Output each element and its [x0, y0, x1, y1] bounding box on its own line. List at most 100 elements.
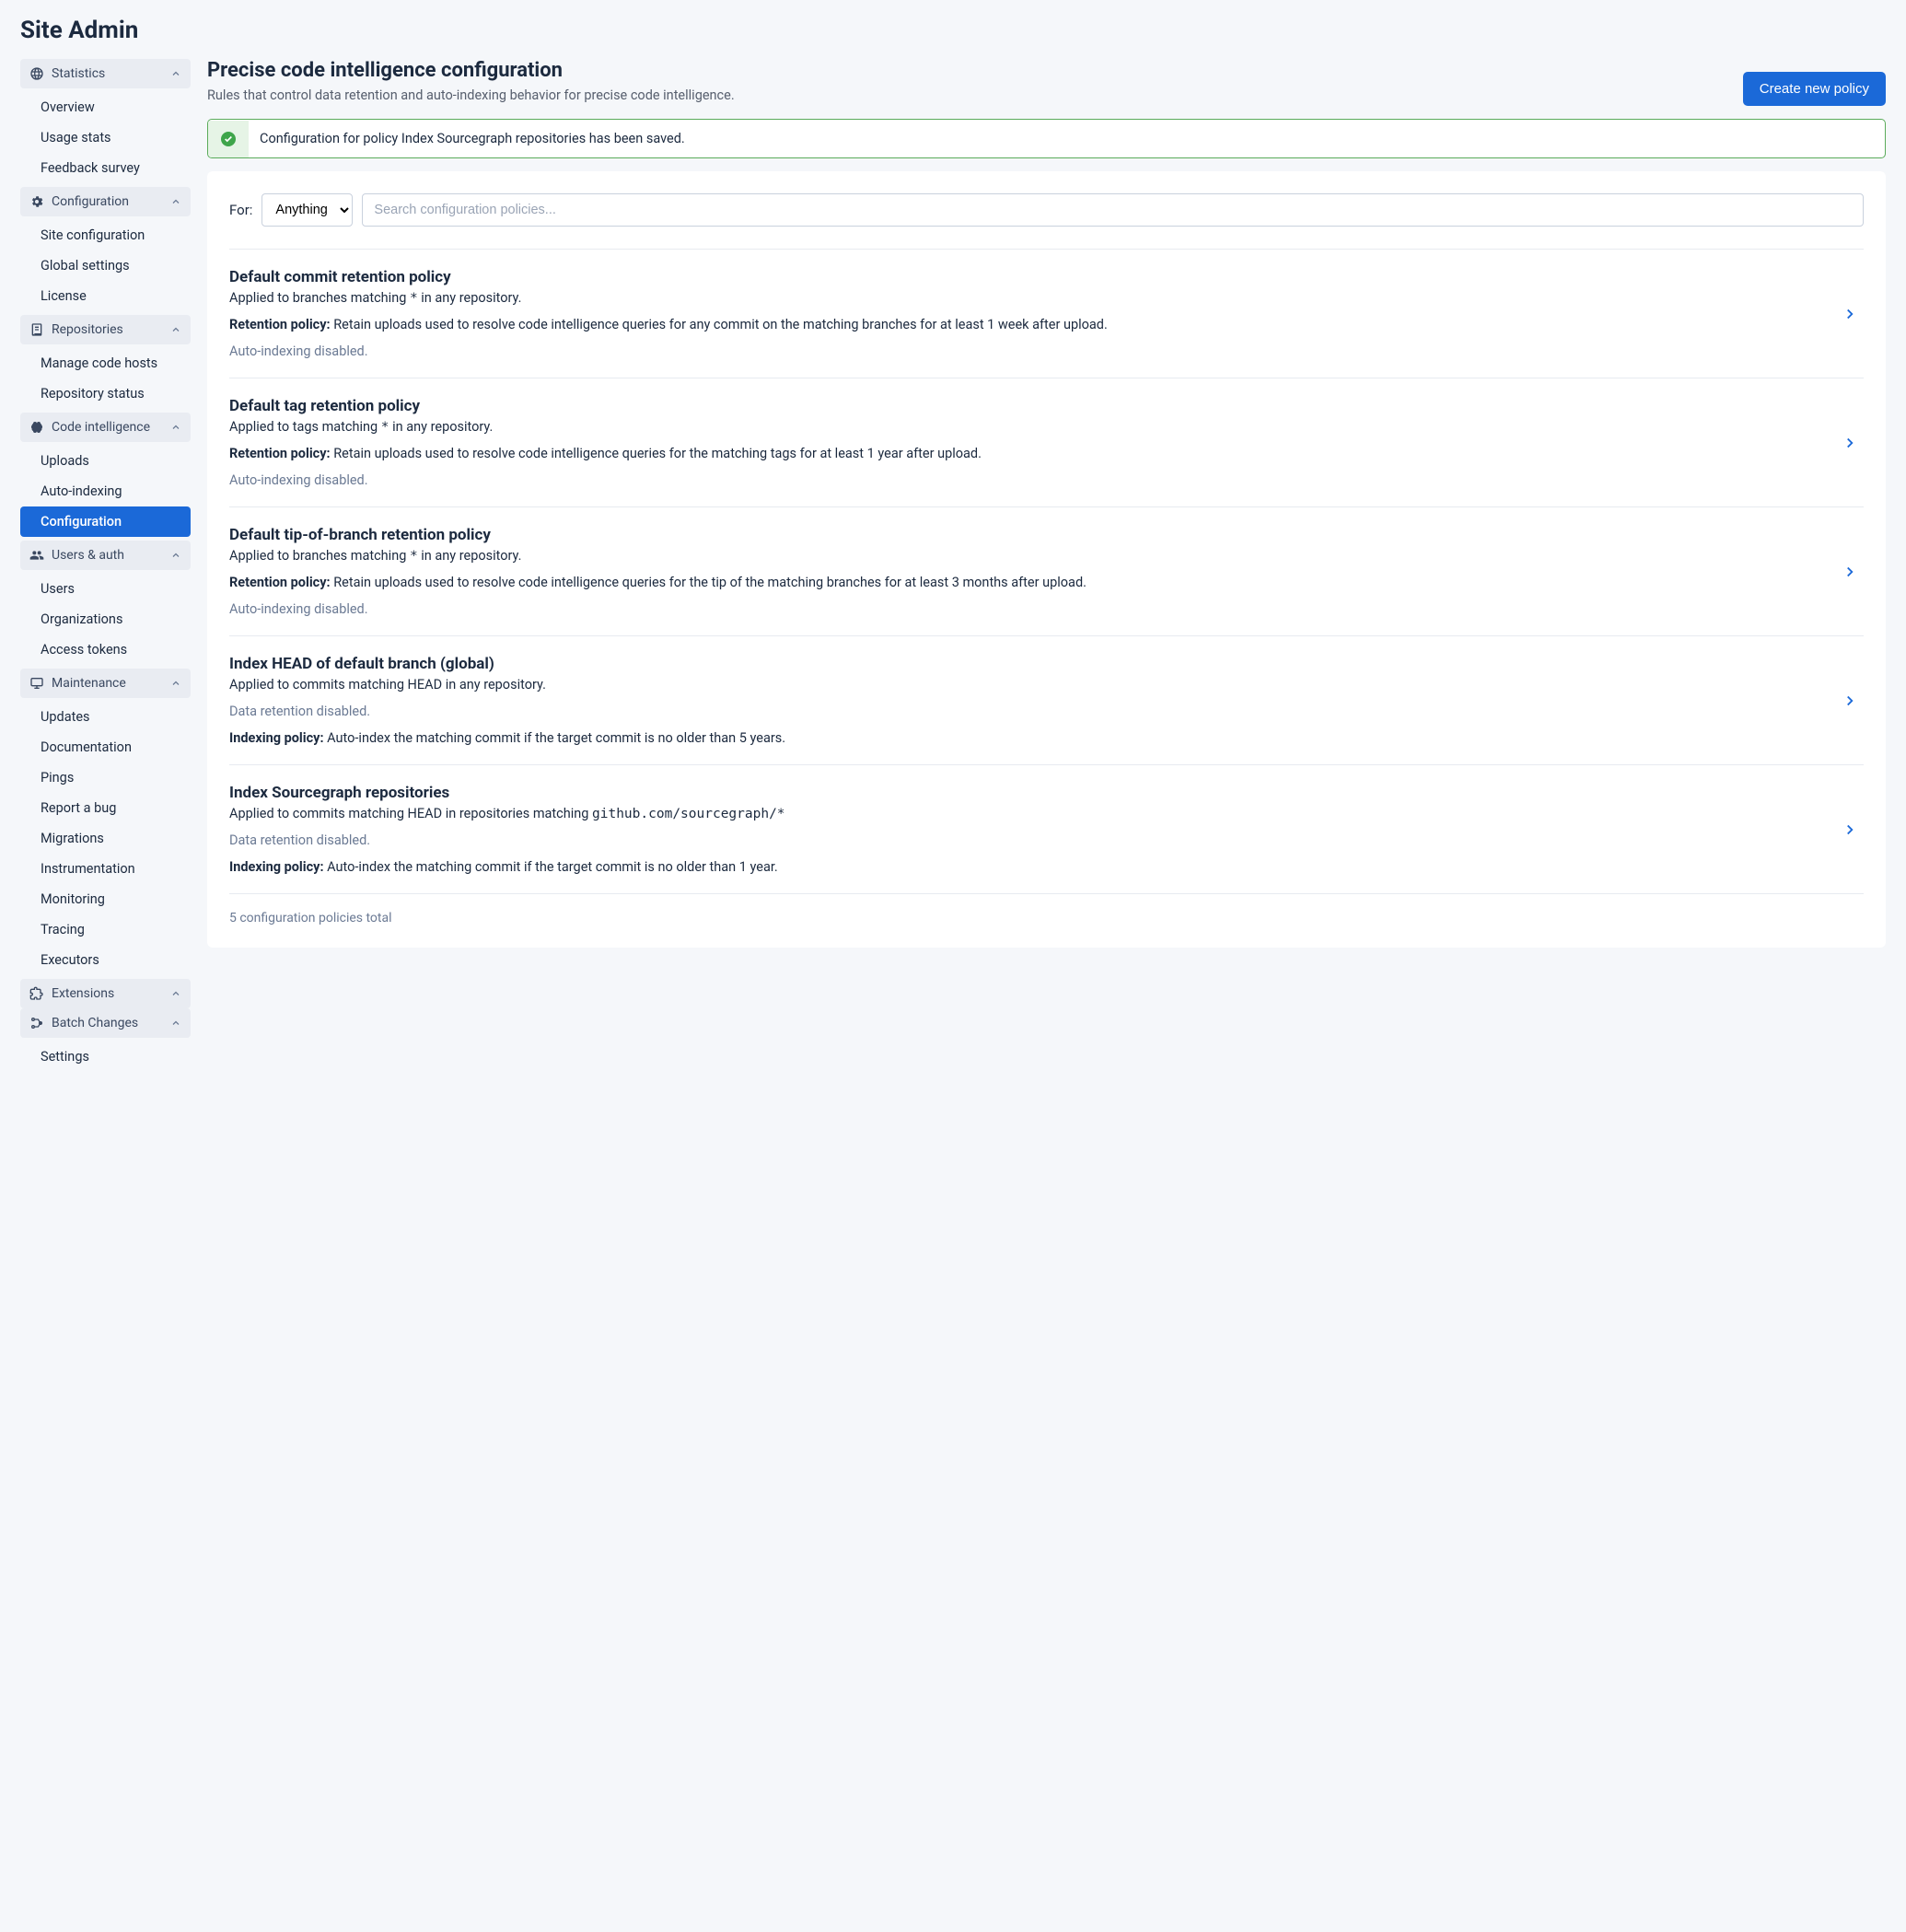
policy-auto-index-disabled: Auto-indexing disabled. [229, 472, 1821, 488]
nav-item-manage-code-hosts[interactable]: Manage code hosts [20, 348, 191, 378]
nav-section-configuration[interactable]: Configuration [20, 187, 191, 216]
nav-section-label: Repositories [52, 322, 123, 337]
nav-item-site-configuration[interactable]: Site configuration [20, 220, 191, 250]
content-subtitle: Rules that control data retention and au… [207, 87, 735, 103]
nav-section-label: Maintenance [52, 676, 126, 691]
filter-label: For: [229, 202, 252, 218]
chevron-up-icon [170, 68, 181, 79]
nav-section-code-intelligence[interactable]: Code intelligence [20, 413, 191, 442]
globe-icon [29, 66, 44, 81]
nav-section-statistics[interactable]: Statistics [20, 59, 191, 88]
nav-item-organizations[interactable]: Organizations [20, 604, 191, 634]
nav-item-tracing[interactable]: Tracing [20, 914, 191, 945]
policies-panel: For: Anything Default commit retention p… [207, 171, 1886, 948]
nav-item-configuration[interactable]: Configuration [20, 506, 191, 537]
policy-open-button[interactable] [1836, 687, 1864, 715]
nav-section-label: Statistics [52, 66, 105, 81]
policy-applied: Applied to branches matching * in any re… [229, 290, 1821, 306]
policy-row: Index Sourcegraph repositories Applied to… [229, 764, 1864, 893]
nav-section-label: Code intelligence [52, 420, 150, 435]
policy-retention: Retention policy: Retain uploads used to… [229, 575, 1821, 590]
policy-title: Default commit retention policy [229, 268, 1821, 286]
nav-item-uploads[interactable]: Uploads [20, 446, 191, 476]
chevron-up-icon [170, 988, 181, 999]
nav-item-documentation[interactable]: Documentation [20, 732, 191, 762]
nav-item-access-tokens[interactable]: Access tokens [20, 634, 191, 665]
users-icon [29, 548, 44, 563]
sidebar: Statistics OverviewUsage statsFeedback su… [20, 59, 191, 1076]
nav-item-instrumentation[interactable]: Instrumentation [20, 854, 191, 884]
nav-item-usage-stats[interactable]: Usage stats [20, 122, 191, 153]
nav-item-updates[interactable]: Updates [20, 702, 191, 732]
nav-section-label: Batch Changes [52, 1016, 138, 1030]
policy-row: Default tag retention policy Applied to t… [229, 378, 1864, 506]
nav-section-batch-changes[interactable]: Batch Changes [20, 1008, 191, 1038]
filter-row: For: Anything [229, 193, 1864, 227]
nav-item-auto-indexing[interactable]: Auto-indexing [20, 476, 191, 506]
policy-open-button[interactable] [1836, 300, 1864, 328]
policy-open-button[interactable] [1836, 558, 1864, 586]
batch-icon [29, 1016, 44, 1030]
nav-item-repository-status[interactable]: Repository status [20, 378, 191, 409]
nav-item-license[interactable]: License [20, 281, 191, 311]
nav-section-maintenance[interactable]: Maintenance [20, 669, 191, 698]
chevron-up-icon [170, 678, 181, 689]
page-title: Site Admin [20, 17, 1886, 44]
nav-item-global-settings[interactable]: Global settings [20, 250, 191, 281]
create-new-policy-button[interactable]: Create new policy [1743, 72, 1886, 106]
chevron-up-icon [170, 196, 181, 207]
policy-title: Index Sourcegraph repositories [229, 784, 1821, 802]
policy-indexing: Indexing policy: Auto-index the matching… [229, 859, 1821, 875]
nav-item-users[interactable]: Users [20, 574, 191, 604]
nav-section-extensions[interactable]: Extensions [20, 979, 191, 1008]
alert-text: Configuration for policy Index Sourcegra… [260, 120, 685, 157]
main-content: Precise code intelligence configuration … [207, 59, 1886, 1076]
nav-item-settings[interactable]: Settings [20, 1042, 191, 1072]
nav-section-label: Extensions [52, 986, 114, 1001]
filter-select[interactable]: Anything [261, 193, 353, 227]
nav-section-repositories[interactable]: Repositories [20, 315, 191, 344]
nav-item-executors[interactable]: Executors [20, 945, 191, 975]
nav-item-migrations[interactable]: Migrations [20, 823, 191, 854]
gears-icon [29, 194, 44, 209]
policy-applied: Applied to tags matching * in any reposi… [229, 419, 1821, 435]
policy-title: Default tag retention policy [229, 397, 1821, 415]
policy-count: 5 configuration policies total [229, 893, 1864, 925]
chevron-up-icon [170, 1018, 181, 1029]
search-input[interactable] [362, 193, 1864, 227]
alert-icon-zone [208, 121, 249, 157]
chevron-up-icon [170, 550, 181, 561]
nav-item-report-a-bug[interactable]: Report a bug [20, 793, 191, 823]
nav-section-label: Users & auth [52, 548, 124, 563]
policy-applied: Applied to commits matching HEAD in repo… [229, 806, 1821, 821]
policy-row: Index HEAD of default branch (global) App… [229, 635, 1864, 764]
policy-data-retention-disabled: Data retention disabled. [229, 704, 1821, 719]
chevron-up-icon [170, 324, 181, 335]
nav-item-feedback-survey[interactable]: Feedback survey [20, 153, 191, 183]
policy-retention: Retention policy: Retain uploads used to… [229, 317, 1821, 332]
policy-open-button[interactable] [1836, 429, 1864, 457]
check-circle-icon [221, 132, 236, 146]
nav-section-users-auth[interactable]: Users & auth [20, 541, 191, 570]
policy-retention: Retention policy: Retain uploads used to… [229, 446, 1821, 461]
policy-auto-index-disabled: Auto-indexing disabled. [229, 601, 1821, 617]
success-alert: Configuration for policy Index Sourcegra… [207, 119, 1886, 158]
content-title: Precise code intelligence configuration [207, 59, 735, 82]
policy-open-button[interactable] [1836, 816, 1864, 844]
nav-section-label: Configuration [52, 194, 129, 209]
nav-item-overview[interactable]: Overview [20, 92, 191, 122]
policy-data-retention-disabled: Data retention disabled. [229, 832, 1821, 848]
policy-row: Default commit retention policy Applied t… [229, 249, 1864, 378]
policy-indexing: Indexing policy: Auto-index the matching… [229, 730, 1821, 746]
repo-icon [29, 322, 44, 337]
brain-icon [29, 420, 44, 435]
policy-applied: Applied to branches matching * in any re… [229, 548, 1821, 564]
monitor-icon [29, 676, 44, 691]
policy-title: Index HEAD of default branch (global) [229, 655, 1821, 673]
policy-applied: Applied to commits matching HEAD in any … [229, 677, 1821, 692]
nav-item-pings[interactable]: Pings [20, 762, 191, 793]
puzzle-icon [29, 986, 44, 1001]
chevron-up-icon [170, 422, 181, 433]
nav-item-monitoring[interactable]: Monitoring [20, 884, 191, 914]
policy-auto-index-disabled: Auto-indexing disabled. [229, 343, 1821, 359]
